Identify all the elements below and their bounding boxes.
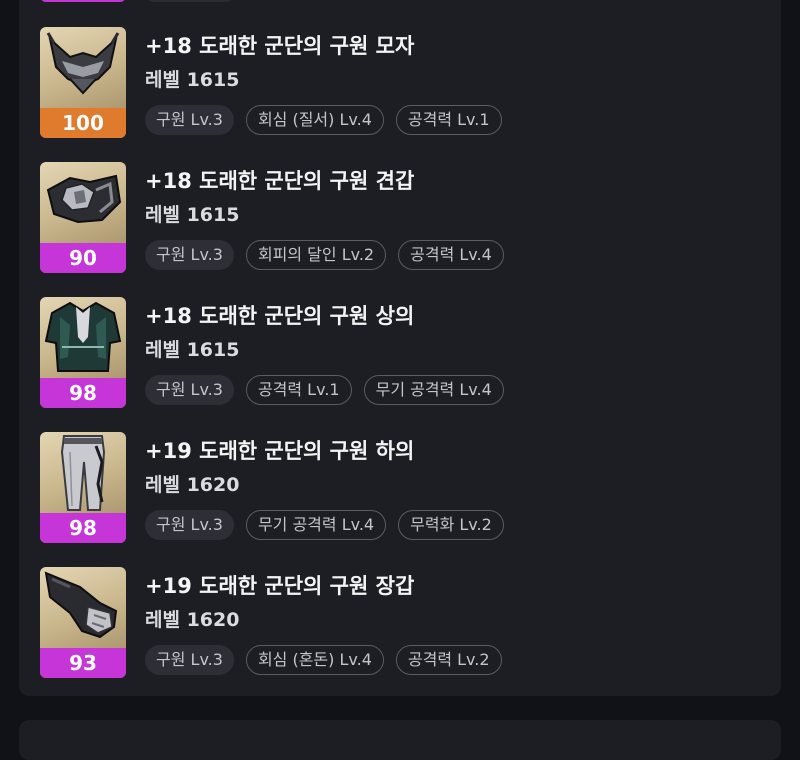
item-level: 레벨 1615 (145, 69, 240, 91)
item-title: +19 도래한 군단의 구원 장갑 (145, 574, 415, 598)
tag-engraving: 구원 Lv.3 (145, 375, 234, 405)
item-title: +18 도래한 군단의 구원 모자 (145, 34, 415, 58)
item-thumbnail: 93 (40, 567, 126, 678)
gloves-icon (44, 571, 118, 639)
tag-effect: 회심 (혼돈) Lv.4 (245, 645, 384, 675)
item-thumbnail: 90 (40, 162, 126, 273)
item-tags: 구원 Lv.3 회심 (혼돈) Lv.4 공격력 Lv.2 (145, 645, 502, 675)
equipment-item-shoulder[interactable]: 90 +18 도래한 군단의 구원 견갑 레벨 1615 구원 Lv.3 회피의… (40, 162, 760, 274)
quality-badge: 90 (40, 243, 126, 273)
helmet-icon (46, 32, 120, 95)
equipment-item-gloves[interactable]: 93 +19 도래한 군단의 구원 장갑 레벨 1620 구원 Lv.3 회심 … (40, 567, 760, 679)
pants-icon (60, 435, 106, 511)
item-tags: 구원 Lv.3 회심 (질서) Lv.4 공격력 Lv.1 (145, 105, 502, 135)
equipment-item-chest[interactable]: 98 +18 도래한 군단의 구원 상의 레벨 1615 구원 Lv.3 공격력… (40, 297, 760, 409)
tag-effect: 공격력 Lv.4 (398, 240, 504, 270)
quality-badge: 98 (40, 378, 126, 408)
tag-engraving: 구원 Lv.3 (145, 510, 234, 540)
tag-effect: 공격력 Lv.1 (245, 375, 352, 405)
item-title: +18 도래한 군단의 구원 견갑 (145, 169, 415, 193)
equipment-item-helmet[interactable]: 100 +18 도래한 군단의 구원 모자 레벨 1615 구원 Lv.3 회심… (40, 27, 760, 139)
quality-badge: 98 (40, 513, 126, 543)
item-thumbnail: 98 (40, 432, 126, 543)
previous-item-quality-bar (40, 0, 126, 2)
item-level: 레벨 1615 (145, 204, 240, 226)
item-title: +19 도래한 군단의 구원 하의 (145, 439, 415, 463)
tag-effect: 무력화 Lv.2 (398, 510, 504, 540)
tag-effect: 무기 공격력 Lv.4 (245, 510, 387, 540)
item-level: 레벨 1620 (145, 609, 240, 631)
equipment-item-pants[interactable]: 98 +19 도래한 군단의 구원 하의 레벨 1620 구원 Lv.3 무기 … (40, 432, 760, 544)
item-tags: 구원 Lv.3 무기 공격력 Lv.4 무력화 Lv.2 (145, 510, 504, 540)
chest-armor-icon (44, 301, 122, 372)
shoulder-armor-icon (46, 174, 122, 224)
item-tags: 구원 Lv.3 공격력 Lv.1 무기 공격력 Lv.4 (145, 375, 504, 405)
next-panel (19, 720, 781, 760)
item-thumbnail: 100 (40, 27, 126, 138)
item-title: +18 도래한 군단의 구원 상의 (145, 304, 415, 328)
quality-badge: 93 (40, 648, 126, 678)
tag-engraving: 구원 Lv.3 (145, 645, 234, 675)
previous-item-tag (146, 0, 234, 2)
tag-engraving: 구원 Lv.3 (145, 240, 234, 270)
tag-effect: 무기 공격력 Lv.4 (363, 375, 504, 405)
item-level: 레벨 1615 (145, 339, 240, 361)
tag-effect: 회피의 달인 Lv.2 (245, 240, 387, 270)
tag-engraving: 구원 Lv.3 (145, 105, 234, 135)
item-tags: 구원 Lv.3 회피의 달인 Lv.2 공격력 Lv.4 (145, 240, 504, 270)
quality-badge: 100 (40, 108, 126, 138)
tag-effect: 공격력 Lv.2 (395, 645, 502, 675)
tag-effect: 공격력 Lv.1 (395, 105, 502, 135)
tag-effect: 회심 (질서) Lv.4 (245, 105, 384, 135)
item-level: 레벨 1620 (145, 474, 240, 496)
item-thumbnail: 98 (40, 297, 126, 408)
